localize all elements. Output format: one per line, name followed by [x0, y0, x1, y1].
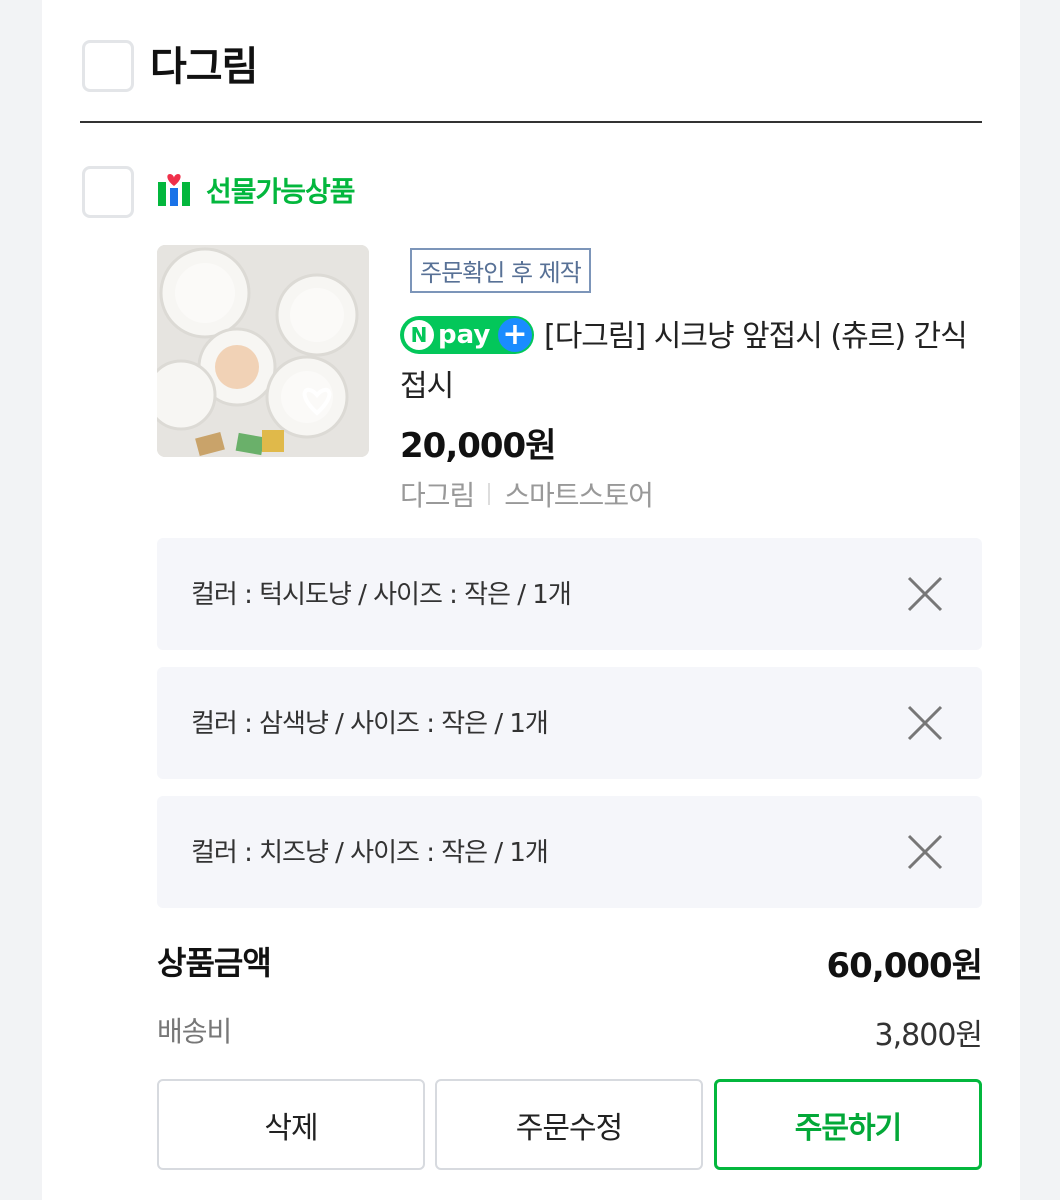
option-label: 컬러 : 삼색냥 / 사이즈 : 작은 / 1개	[191, 709, 549, 739]
product-select-checkbox[interactable]	[82, 166, 134, 218]
delete-button[interactable]: 삭제	[157, 1079, 425, 1170]
option-row: 컬러 : 턱시도냥 / 사이즈 : 작은 / 1개	[157, 538, 982, 650]
product-name[interactable]: [다그림] 시크냥 앞접시 (츄르) 간식 접시	[400, 312, 980, 412]
seller-channel: 스마트스토어	[504, 479, 654, 512]
product-amount-label: 상품금액	[157, 944, 272, 982]
divider	[80, 121, 982, 123]
store-select-checkbox[interactable]	[82, 40, 134, 92]
product-image	[157, 245, 369, 457]
option-label: 컬러 : 턱시도냥 / 사이즈 : 작은 / 1개	[191, 580, 572, 610]
order-button[interactable]: 주문하기	[714, 1079, 982, 1170]
gift-label: 선물가능상품	[206, 175, 356, 208]
option-label: 컬러 : 치즈냥 / 사이즈 : 작은 / 1개	[191, 838, 549, 868]
shipping-value: 3,800원	[874, 1018, 983, 1053]
product-amount-value: 60,000원	[826, 946, 983, 986]
seller-info: 다그림 스마트스토어	[400, 474, 654, 514]
made-to-order-tag: 주문확인 후 제작	[410, 248, 591, 293]
seller-separator	[488, 483, 491, 505]
store-name[interactable]: 다그림	[150, 34, 258, 92]
close-icon[interactable]	[906, 833, 944, 871]
seller-name[interactable]: 다그림	[400, 474, 475, 514]
edit-order-button[interactable]: 주문수정	[435, 1079, 703, 1170]
close-icon[interactable]	[906, 575, 944, 613]
product-thumbnail[interactable]	[157, 245, 369, 457]
shipping-label: 배송비	[157, 1015, 232, 1048]
gift-badge: 선물가능상품	[156, 170, 356, 210]
option-row: 컬러 : 삼색냥 / 사이즈 : 작은 / 1개	[157, 667, 982, 779]
option-row: 컬러 : 치즈냥 / 사이즈 : 작은 / 1개	[157, 796, 982, 908]
product-price: 20,000원	[400, 426, 556, 466]
close-icon[interactable]	[906, 704, 944, 742]
gift-icon	[158, 174, 190, 206]
